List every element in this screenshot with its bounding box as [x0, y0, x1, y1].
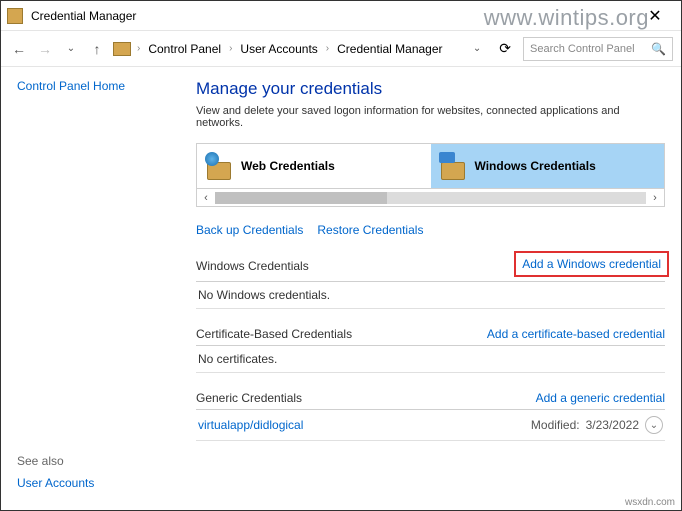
- main: Manage your credentials View and delete …: [196, 67, 681, 510]
- breadcrumb: › Control Panel › User Accounts › Creden…: [137, 40, 461, 58]
- breadcrumb-item[interactable]: Credential Manager: [333, 40, 446, 58]
- credential-tabs: Web Credentials Windows Credentials: [196, 143, 665, 189]
- titlebar: Credential Manager ✕: [1, 1, 681, 31]
- section-title: Generic Credentials: [196, 391, 302, 405]
- windows-credentials-icon: [439, 152, 467, 180]
- window-title: Credential Manager: [31, 9, 635, 23]
- credential-name: virtualapp/didlogical: [198, 418, 303, 432]
- forward-button[interactable]: →: [35, 39, 55, 59]
- refresh-button[interactable]: ⟳: [493, 40, 517, 57]
- page-description: View and delete your saved logon informa…: [196, 105, 665, 129]
- section-title: Certificate-Based Credentials: [196, 327, 352, 341]
- tab-windows-credentials[interactable]: Windows Credentials: [431, 144, 665, 188]
- content: Control Panel Home See also User Account…: [1, 67, 681, 510]
- scroll-track[interactable]: [215, 192, 646, 204]
- section-certificate-credentials: Certificate-Based Credentials Add a cert…: [196, 327, 665, 373]
- scroll-right-icon[interactable]: ›: [646, 192, 664, 204]
- tab-label: Windows Credentials: [475, 159, 596, 173]
- expand-icon[interactable]: ⌄: [645, 416, 663, 434]
- sidebar-home-link[interactable]: Control Panel Home: [17, 79, 180, 93]
- app-icon: [7, 8, 23, 24]
- web-credentials-icon: [205, 152, 233, 180]
- see-also-label: See also: [17, 454, 180, 468]
- recent-dropdown[interactable]: ⌄: [61, 39, 81, 59]
- chevron-right-icon: ›: [229, 43, 232, 54]
- breadcrumb-item[interactable]: User Accounts: [236, 40, 321, 58]
- add-certificate-credential-link[interactable]: Add a certificate-based credential: [487, 327, 665, 341]
- add-windows-credential-link[interactable]: Add a Windows credential: [514, 251, 669, 277]
- section-generic-credentials: Generic Credentials Add a generic creden…: [196, 391, 665, 441]
- search-icon[interactable]: 🔍: [651, 42, 666, 56]
- scroll-thumb[interactable]: [215, 192, 387, 204]
- modified-date: 3/23/2022: [586, 418, 639, 432]
- search-placeholder: Search Control Panel: [530, 43, 635, 55]
- navbar: ← → ⌄ ↑ › Control Panel › User Accounts …: [1, 31, 681, 67]
- backup-credentials-link[interactable]: Back up Credentials: [196, 223, 303, 237]
- section-title: Windows Credentials: [196, 259, 309, 273]
- empty-message: No Windows credentials.: [196, 282, 665, 309]
- back-button[interactable]: ←: [9, 39, 29, 59]
- tab-scrollbar[interactable]: ‹ ›: [196, 189, 665, 207]
- breadcrumb-item[interactable]: Control Panel: [144, 40, 225, 58]
- section-windows-credentials: Windows Credentials Add a Windows creden…: [196, 255, 665, 309]
- up-button[interactable]: ↑: [87, 39, 107, 59]
- action-links: Back up Credentials Restore Credentials: [196, 223, 665, 237]
- folder-icon: [113, 42, 131, 56]
- close-button[interactable]: ✕: [635, 2, 675, 30]
- restore-credentials-link[interactable]: Restore Credentials: [317, 223, 423, 237]
- sidebar-user-accounts-link[interactable]: User Accounts: [17, 476, 180, 490]
- add-generic-credential-link[interactable]: Add a generic credential: [536, 391, 665, 405]
- scroll-left-icon[interactable]: ‹: [197, 192, 215, 204]
- chevron-right-icon: ›: [326, 43, 329, 54]
- sidebar: Control Panel Home See also User Account…: [1, 67, 196, 510]
- modified-label: Modified:: [531, 418, 580, 432]
- page-title: Manage your credentials: [196, 79, 665, 99]
- tab-web-credentials[interactable]: Web Credentials: [197, 144, 431, 188]
- tab-label: Web Credentials: [241, 159, 335, 173]
- credential-meta: Modified: 3/23/2022 ⌄: [531, 416, 663, 434]
- empty-message: No certificates.: [196, 346, 665, 373]
- credential-row[interactable]: virtualapp/didlogical Modified: 3/23/202…: [196, 410, 665, 441]
- source-label: wsxdn.com: [625, 497, 675, 508]
- chevron-right-icon: ›: [137, 43, 140, 54]
- search-input[interactable]: Search Control Panel 🔍: [523, 37, 673, 61]
- address-dropdown[interactable]: ⌄: [467, 43, 487, 54]
